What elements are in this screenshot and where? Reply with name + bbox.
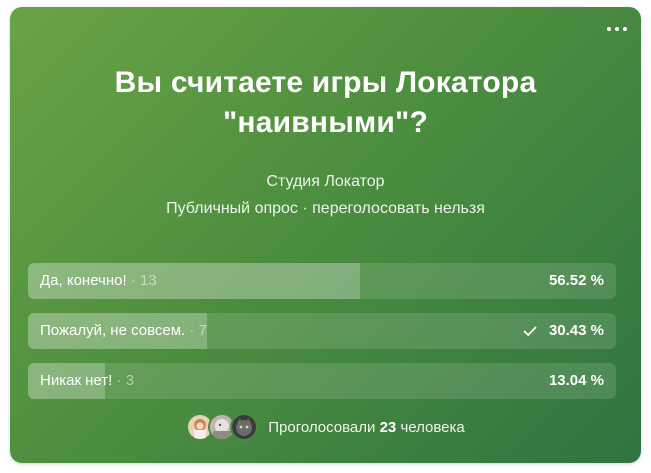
answer-separator: · xyxy=(130,272,140,289)
check-icon xyxy=(523,326,537,336)
voters-prefix: Проголосовали xyxy=(268,418,376,436)
answer-label: Да, конечно! xyxy=(40,272,127,289)
answer-label: Никак нет! xyxy=(40,372,113,389)
avatar[interactable] xyxy=(230,413,259,441)
answer-percent: 30.43 % xyxy=(548,322,604,339)
poll-answer-option[interactable]: Да, конечно! · 13 56.52 % xyxy=(28,263,616,299)
poll-answer-option[interactable]: Пожалуй, не совсем. · 7 30.43 % xyxy=(28,313,616,349)
answer-percent: 56.52 % xyxy=(548,272,604,289)
voters-suffix: человека xyxy=(400,418,465,436)
answer-count: 7 xyxy=(198,322,207,339)
poll-answers: Да, конечно! · 13 56.52 % Пожалуй, не со… xyxy=(28,263,616,413)
more-horizontal-icon-dot xyxy=(623,27,627,31)
poll-answer-option[interactable]: Никак нет! · 3 13.04 % xyxy=(28,363,616,399)
answer-separator: · xyxy=(116,372,126,389)
poll-card: Вы считаете игры Локатора "наивными"? Ст… xyxy=(10,7,641,463)
answer-label-row: Пожалуй, не совсем. · 7 xyxy=(40,313,207,349)
answer-label-row: Никак нет! · 3 xyxy=(40,363,134,399)
answer-label-row: Да, конечно! · 13 xyxy=(40,263,157,299)
voters-count: 23 xyxy=(379,418,397,436)
poll-author[interactable]: Студия Локатор xyxy=(10,173,641,191)
poll-title: Вы считаете игры Локатора "наивными"? xyxy=(114,66,537,139)
voter-avatars[interactable] xyxy=(186,413,259,441)
more-horizontal-icon xyxy=(607,27,611,31)
answer-separator: · xyxy=(189,322,199,339)
answer-percent: 13.04 % xyxy=(548,372,604,389)
answer-count: 3 xyxy=(125,372,135,389)
poll-voters-footer[interactable]: Проголосовали 23 человека xyxy=(10,412,641,442)
answer-count: 13 xyxy=(140,272,157,289)
more-horizontal-icon-dot xyxy=(615,27,619,31)
poll-meta: Публичный опрос · переголосовать нельзя xyxy=(166,200,485,217)
voters-count-text: Проголосовали 23 человека xyxy=(268,419,465,436)
answer-label: Пожалуй, не совсем. xyxy=(40,322,186,339)
more-options-button[interactable] xyxy=(603,19,631,39)
